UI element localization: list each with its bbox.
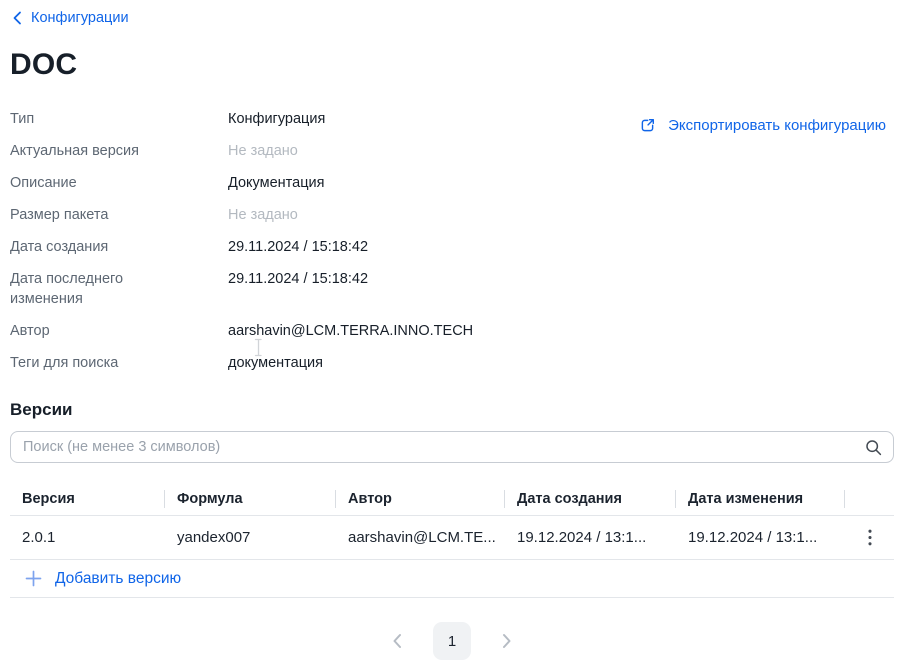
detail-value: Конфигурация: [228, 109, 325, 129]
versions-search: [10, 431, 894, 463]
detail-label: Тип: [10, 109, 228, 129]
current-page-number: 1: [448, 633, 456, 650]
version-table-row[interactable]: 2.0.1 yandex007 aarshavin@LCM.TE... 19.1…: [10, 516, 894, 560]
column-header-formula: Формула: [165, 483, 336, 515]
detail-label: Дата последнего изменения: [10, 269, 228, 309]
export-configuration-button[interactable]: Экспортировать конфигурацию: [638, 116, 886, 135]
plus-icon: [25, 570, 42, 587]
detail-label: Размер пакета: [10, 205, 228, 225]
detail-row-description: Описание Документация: [10, 173, 894, 193]
detail-value: документация: [228, 353, 323, 373]
column-header-author: Автор: [336, 483, 505, 515]
back-to-configurations-link[interactable]: Конфигурации: [12, 10, 129, 26]
cell-created: 19.12.2024 / 13:1...: [505, 529, 676, 546]
export-icon: [638, 116, 657, 135]
chevron-left-icon: [12, 10, 22, 26]
pagination-next-button[interactable]: [495, 629, 519, 653]
column-header-modified: Дата изменения: [676, 483, 845, 515]
column-header-version: Версия: [10, 483, 165, 515]
versions-section-heading: Версии: [10, 400, 894, 420]
pagination-prev-button[interactable]: [385, 629, 409, 653]
detail-value: 29.11.2024 / 15:18:42: [228, 269, 368, 289]
cell-modified: 19.12.2024 / 13:1...: [676, 529, 845, 546]
cell-author: aarshavin@LCM.TE...: [336, 529, 505, 546]
column-header-actions: [845, 483, 894, 515]
pagination-current-page[interactable]: 1: [433, 622, 471, 660]
detail-label: Теги для поиска: [10, 353, 228, 373]
add-version-button[interactable]: Добавить версию: [10, 560, 894, 598]
cell-formula: yandex007: [165, 529, 336, 546]
kebab-menu-icon: [868, 529, 872, 546]
versions-table: Версия Формула Автор Дата создания Дата …: [10, 483, 894, 598]
detail-row-actual-version: Актуальная версия Не задано: [10, 141, 894, 161]
versions-search-input[interactable]: [10, 431, 894, 463]
detail-value: Документация: [228, 173, 324, 193]
pagination: 1: [10, 622, 894, 660]
page-title: DOC: [10, 48, 894, 82]
detail-row-created-date: Дата создания 29.11.2024 / 15:18:42: [10, 237, 894, 257]
column-header-created: Дата создания: [505, 483, 676, 515]
add-version-label: Добавить версию: [55, 570, 181, 588]
detail-value: Не задано: [228, 205, 298, 225]
detail-row-package-size: Размер пакета Не задано: [10, 205, 894, 225]
cell-version: 2.0.1: [10, 529, 165, 546]
row-actions-menu-button[interactable]: [856, 524, 884, 552]
chevron-right-icon: [501, 632, 513, 650]
detail-value: 29.11.2024 / 15:18:42: [228, 237, 368, 257]
chevron-left-icon: [391, 632, 403, 650]
text-cursor: [253, 338, 264, 357]
configuration-detail-page: Конфигурации DOC Экспортировать конфигур…: [0, 0, 904, 660]
export-button-label: Экспортировать конфигурацию: [668, 117, 886, 134]
details-section: Экспортировать конфигурацию Тип Конфигур…: [10, 109, 894, 373]
detail-row-author: Автор aarshavin@LCM.TERRA.INNO.TECH: [10, 321, 894, 341]
detail-label: Дата создания: [10, 237, 228, 257]
detail-label: Описание: [10, 173, 228, 193]
detail-label: Автор: [10, 321, 228, 341]
detail-row-modified-date: Дата последнего изменения 29.11.2024 / 1…: [10, 269, 894, 309]
detail-value: aarshavin@LCM.TERRA.INNO.TECH: [228, 321, 473, 341]
detail-label: Актуальная версия: [10, 141, 228, 161]
versions-table-header: Версия Формула Автор Дата создания Дата …: [10, 483, 894, 516]
detail-value: Не задано: [228, 141, 298, 161]
detail-row-search-tags: Теги для поиска документация: [10, 353, 894, 373]
back-link-label: Конфигурации: [31, 10, 129, 26]
